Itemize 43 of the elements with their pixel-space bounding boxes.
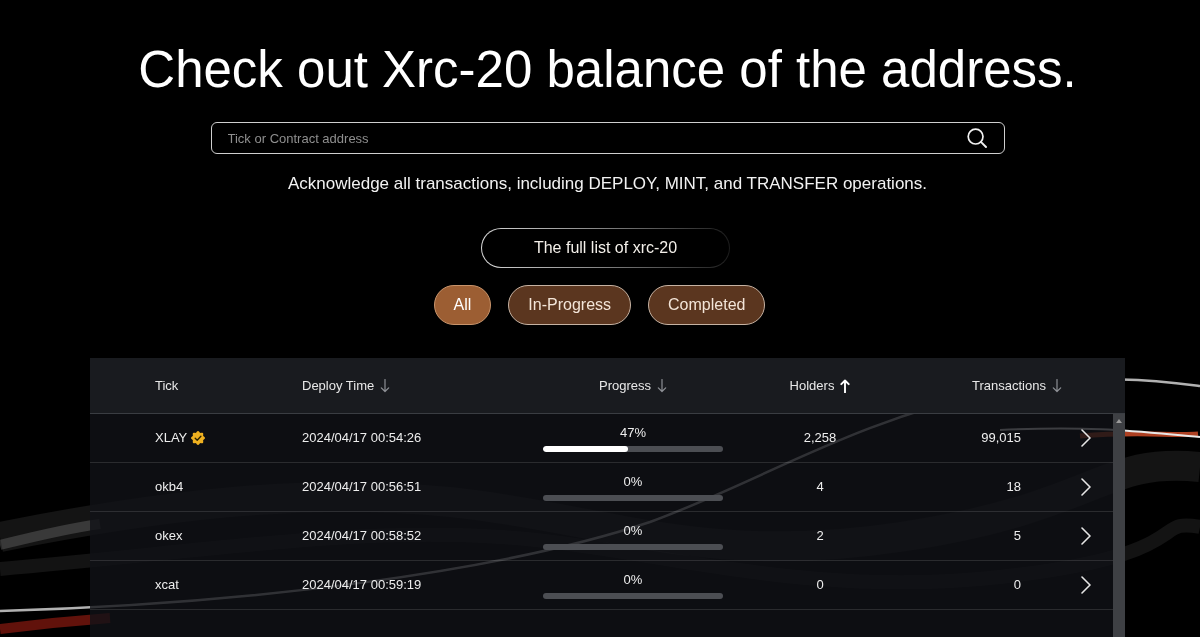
tick-name: xcat [155, 577, 179, 593]
progress-percent: 47% [619, 424, 647, 441]
tick-name: XLAY [155, 430, 188, 446]
deploy-time: 2024/04/17 00:56:51 [302, 479, 422, 495]
transactions-count: 0 [1013, 577, 1021, 593]
transactions-count: 99,015 [981, 430, 1021, 446]
tick-name: okex [155, 528, 183, 544]
filter-button[interactable]: All [433, 285, 492, 325]
sort-arrow-down-icon[interactable] [380, 378, 391, 393]
scroll-up-arrow-icon[interactable] [1116, 419, 1122, 423]
sort-arrow-down-icon[interactable] [657, 378, 667, 393]
column-header: Holders [789, 378, 835, 393]
transactions-count: 18 [1006, 479, 1021, 495]
deploy-time: 2024/04/17 00:54:26 [302, 430, 422, 446]
full-list-button[interactable]: The full list of xrc-20 [481, 228, 730, 268]
sort-arrow-down-icon[interactable] [1051, 378, 1062, 393]
search-field[interactable]: Tick or Contract address [210, 122, 1005, 154]
progress-percent: 0% [622, 473, 644, 490]
column-header: Progress [599, 378, 651, 393]
column-header: Tick [155, 378, 179, 393]
holders-count: 2 [816, 528, 824, 544]
transactions-count: 5 [1013, 528, 1021, 544]
chevron-right-icon[interactable] [1081, 527, 1091, 545]
chevron-right-icon[interactable] [1081, 429, 1091, 447]
filter-button[interactable]: Completed [648, 285, 766, 325]
column-header: Deploy Time [302, 378, 375, 393]
deploy-time: 2024/04/17 00:58:52 [302, 528, 422, 544]
sort-arrow-up-icon[interactable] [840, 378, 851, 393]
progress-percent: 0% [622, 571, 644, 588]
progress-percent: 0% [622, 522, 644, 539]
scrollbar[interactable] [1113, 414, 1125, 637]
tick-name: okb4 [155, 479, 184, 495]
holders-count: 0 [816, 577, 824, 593]
deploy-time: 2024/04/17 00:59:19 [302, 577, 422, 593]
column-header: Transactions [972, 378, 1046, 393]
subtitle-text: Acknowledge all transactions, including DEPLOY, MINT, and TRANSFER operations. [287, 173, 928, 195]
filter-button[interactable]: In-Progress [508, 285, 632, 325]
holders-count: 4 [816, 479, 824, 495]
page-title: Check out Xrc-20 balance of the address. [138, 40, 1077, 100]
holders-count: 2,258 [803, 430, 837, 446]
chevron-right-icon[interactable] [1081, 576, 1091, 594]
chevron-right-icon[interactable] [1081, 478, 1091, 496]
search-icon[interactable] [966, 128, 987, 148]
